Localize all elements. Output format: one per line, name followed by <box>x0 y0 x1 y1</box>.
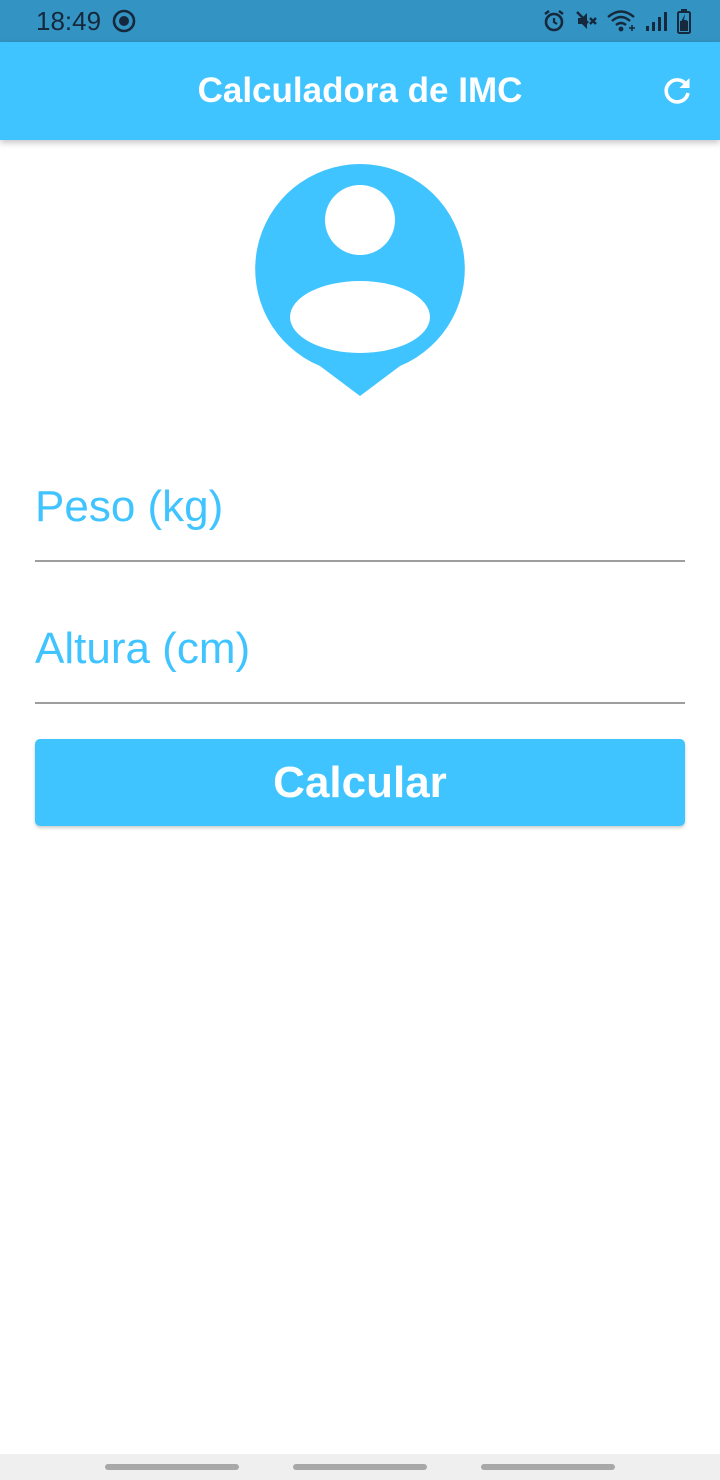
refresh-icon[interactable] <box>660 74 694 108</box>
signal-icon <box>646 12 667 31</box>
status-time: 18:49 <box>36 6 102 36</box>
record-icon <box>112 9 136 33</box>
height-field-underline <box>35 702 685 704</box>
app-bar: Calculadora de IMC <box>0 42 720 140</box>
app-title: Calculadora de IMC <box>197 71 523 110</box>
height-input[interactable] <box>35 604 685 694</box>
battery-icon <box>677 9 691 34</box>
screen: 18:49 Calculadora de IMC Peso (kg) Altur… <box>0 0 720 1480</box>
weight-field-underline <box>35 560 685 562</box>
nav-back-button[interactable] <box>481 1464 615 1470</box>
status-icons <box>542 8 692 34</box>
height-field <box>35 604 685 704</box>
person-pin-icon <box>255 164 465 396</box>
calculate-button[interactable]: Calcular <box>35 739 685 826</box>
alarm-icon <box>544 10 564 32</box>
weight-field <box>35 462 685 562</box>
nav-recent-apps-button[interactable] <box>105 1464 239 1470</box>
wifi-icon <box>607 10 635 32</box>
weight-input[interactable] <box>35 462 685 552</box>
navigation-bar <box>0 1454 720 1480</box>
mute-icon <box>576 11 597 29</box>
nav-home-button[interactable] <box>293 1464 427 1470</box>
status-bar: 18:49 <box>0 0 720 42</box>
